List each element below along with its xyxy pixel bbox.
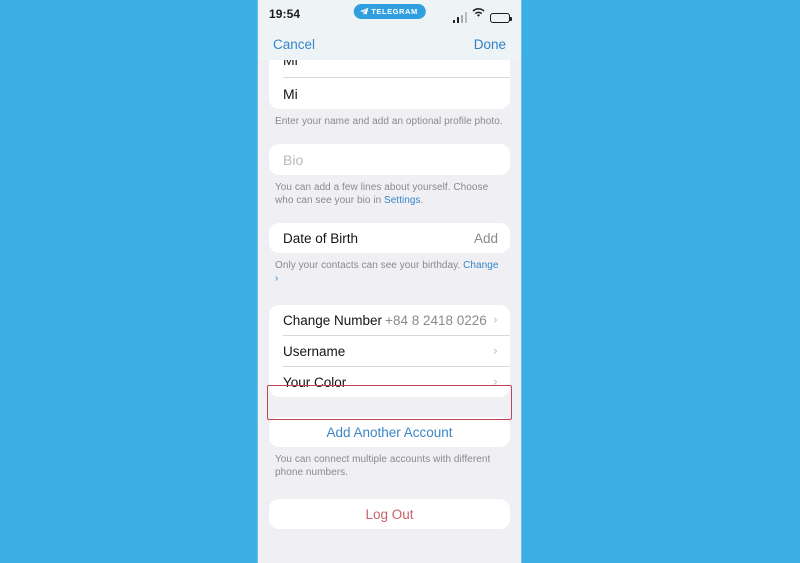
change-number-row[interactable]: Change Number +84 8 2418 0226 ›	[269, 305, 510, 335]
navigation-bar: Cancel Done	[258, 28, 521, 60]
add-another-account-footnote: You can connect multiple accounts with d…	[275, 454, 491, 478]
your-color-label: Your Color	[283, 374, 347, 390]
date-of-birth-add-action[interactable]: Add	[474, 231, 498, 246]
first-name-field[interactable]: Mi	[269, 60, 510, 77]
name-footnote: Enter your name and add an optional prof…	[275, 116, 503, 127]
bio-card: Bio	[269, 144, 510, 175]
status-bar-indicators	[452, 5, 512, 23]
change-number-label: Change Number	[283, 312, 383, 328]
bio-footnote-text-after: .	[420, 195, 424, 206]
last-name-field[interactable]: Mi	[269, 78, 510, 109]
telegram-app-badge: TELEGRAM	[353, 3, 426, 21]
date-of-birth-footnote: Only your contacts can see your birthday…	[258, 253, 521, 285]
log-out-label: Log Out	[365, 506, 414, 522]
status-bar: 19:54 TELEGRAM	[258, 0, 521, 28]
log-out-button[interactable]: Log Out	[269, 499, 510, 529]
cancel-button[interactable]: Cancel	[273, 37, 315, 52]
date-of-birth-row[interactable]: Date of Birth Add	[269, 223, 510, 253]
bio-settings-link[interactable]: Settings	[384, 195, 421, 206]
paper-plane-icon	[359, 3, 368, 21]
chevron-right-icon: ›	[492, 312, 498, 328]
name-card: Mi Mi	[269, 60, 510, 109]
battery-icon	[490, 13, 512, 23]
chevron-right-icon: ›	[492, 374, 498, 390]
settings-content[interactable]: Mi Mi Enter your name and add an optiona…	[258, 60, 521, 563]
last-name-value: Mi	[283, 85, 298, 102]
bio-footnote: You can add a few lines about yourself. …	[258, 175, 521, 207]
status-bar-time: 19:54	[269, 7, 301, 21]
date-of-birth-footnote-text: Only your contacts can see your birthday…	[275, 260, 464, 271]
bio-input[interactable]: Bio	[269, 144, 510, 175]
change-number-value: +84 8 2418 0226	[385, 312, 487, 328]
add-another-account-label: Add Another Account	[326, 424, 453, 440]
telegram-app-badge-label: TELEGRAM	[371, 7, 418, 16]
your-color-row[interactable]: Your Color ›	[269, 367, 510, 397]
screenshot-canvas: 19:54 TELEGRAM Cancel Done Mi Mi Enter y…	[0, 0, 800, 563]
username-label: Username	[283, 343, 346, 359]
bio-footnote-text-before: You can add a few lines about yourself. …	[275, 182, 489, 206]
bio-placeholder: Bio	[283, 151, 304, 168]
first-name-value: Mi	[283, 60, 298, 68]
username-row[interactable]: Username ›	[269, 336, 510, 366]
cellular-signal-icon	[452, 12, 467, 23]
date-of-birth-label: Date of Birth	[283, 230, 359, 246]
done-button[interactable]: Done	[474, 37, 506, 52]
date-of-birth-card: Date of Birth Add	[269, 223, 510, 253]
account-card: Change Number +84 8 2418 0226 › Username…	[269, 305, 510, 397]
phone-screen: 19:54 TELEGRAM Cancel Done Mi Mi Enter y…	[258, 0, 521, 563]
add-another-account-button[interactable]: Add Another Account	[269, 417, 510, 447]
wifi-icon	[472, 5, 485, 23]
chevron-right-icon: ›	[492, 343, 498, 359]
